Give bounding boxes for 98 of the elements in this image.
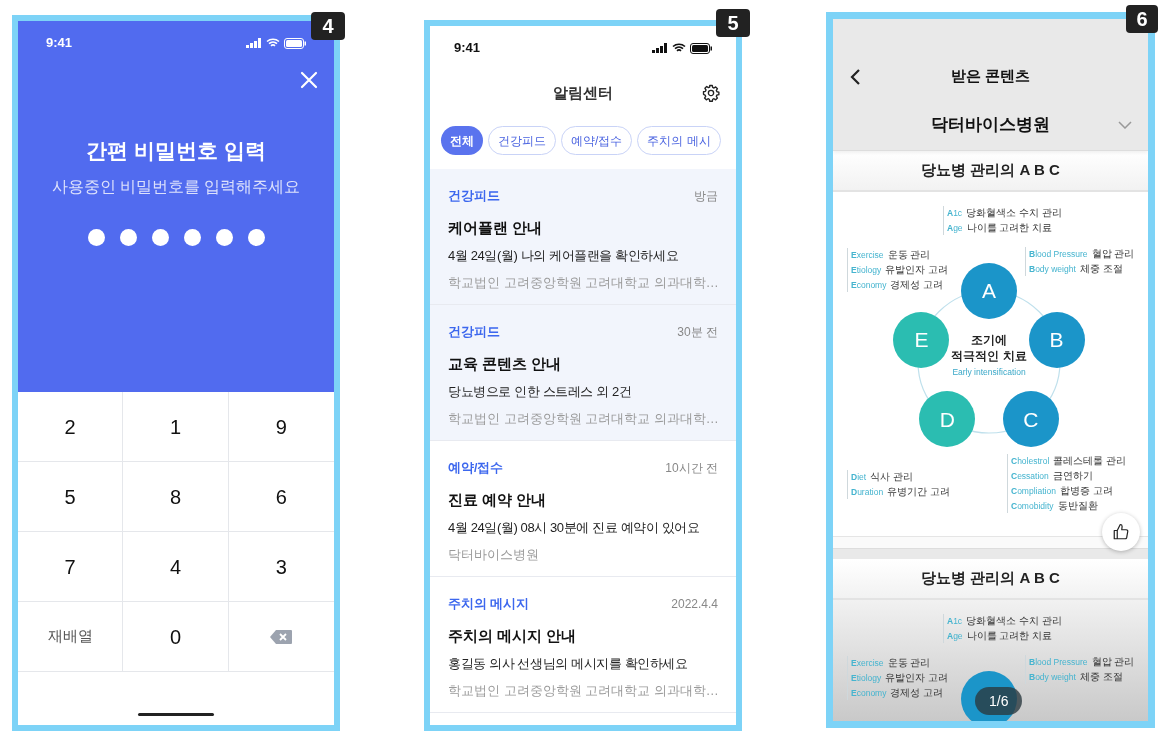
- diagram-label: 운동 관리: [887, 248, 931, 261]
- diagram-term: Etiology: [851, 672, 882, 685]
- keypad-key[interactable]: 5: [18, 462, 124, 532]
- notification-title: 교육 콘텐츠 안내: [448, 354, 563, 374]
- diagram-term: Compliation: [1011, 485, 1056, 498]
- notification-category: 건강피드: [448, 324, 500, 341]
- diagram-label: 체중 조절: [1079, 670, 1123, 683]
- notification-category: 예약/접수: [448, 460, 504, 477]
- screen-number-badge: 4: [311, 12, 345, 40]
- signal-icon: [652, 43, 668, 53]
- diagram-term: Exercise: [851, 657, 884, 670]
- diagram-label: 나이를 고려한 치료: [966, 221, 1053, 234]
- screen-number-badge: 6: [1126, 5, 1158, 33]
- passcode-title: 간편 비밀번호 입력: [85, 138, 267, 164]
- notification-body: 4월 24일(월) 나의 케어플랜을 확인하세요: [448, 246, 680, 265]
- signal-icon: [246, 38, 262, 48]
- diagram-label: 혈압 관리: [1091, 655, 1135, 668]
- backspace-icon: [269, 628, 294, 645]
- diagram-label: 콜레스테롤 관리: [1053, 454, 1127, 467]
- diagram-term: Diet: [851, 471, 867, 484]
- diagram-term: Body weight: [1029, 263, 1076, 276]
- notification-category: 건강피드: [448, 188, 500, 205]
- keypad-key[interactable]: 재배열: [18, 602, 124, 672]
- diagram-label: 유병기간 고려: [887, 485, 950, 498]
- diagram-label: 경제성 고려: [890, 686, 944, 699]
- settings-icon[interactable]: [702, 84, 720, 102]
- status-time: 9:41: [46, 34, 73, 53]
- diagram-term: Duration: [851, 486, 884, 499]
- diagram-label: 동반질환: [1057, 499, 1098, 512]
- diagram-label: 나이를 고려한 치료: [966, 629, 1053, 642]
- filter-tab[interactable]: 건강피드: [488, 126, 556, 155]
- diagram-label: 당화혈색소 수치 관리: [966, 614, 1062, 627]
- keypad-key[interactable]: 1: [123, 392, 229, 462]
- notification-item[interactable]: 건강피드 방금 케어플랜 안내 4월 24일(월) 나의 케어플랜을 확인하세요 학교법인 고려중앙학원 고려대학교 의과대학…: [430, 169, 736, 305]
- keypad-key[interactable]: 0: [123, 602, 229, 672]
- diagram-term: Body weight: [1029, 671, 1076, 684]
- notification-source: 학교법인 고려중앙학원 고려대학교 의과대학…: [448, 274, 718, 292]
- notification-item[interactable]: 건강피드 30분 전 교육 콘텐츠 안내 당뇨병으로 인한 스트레스 외 2건 학교법인 고려중앙학원 고려대학교 의과대학…: [430, 305, 736, 441]
- diagram-term: Age: [947, 222, 963, 235]
- wifi-icon: [672, 43, 686, 53]
- diagram-label: 체중 조절: [1079, 262, 1123, 275]
- keypad-key[interactable]: 4: [123, 532, 229, 602]
- diagram-label: 합병증 고려: [1059, 484, 1113, 497]
- screen-title: 알림센터: [553, 82, 613, 103]
- diagram-term: A1c: [947, 615, 963, 628]
- diagram-term: Etiology: [851, 264, 882, 277]
- filter-tab[interactable]: 전체: [441, 126, 483, 155]
- wifi-icon: [266, 38, 280, 48]
- notification-time: 방금: [694, 188, 718, 206]
- diagram-term: Cessation: [1011, 470, 1049, 483]
- notification-source: 학교법인 고려중앙학원 고려대학교 의과대학…: [448, 410, 718, 428]
- diagram-label: 경제성 고려: [890, 278, 944, 291]
- notification-body: 당뇨병으로 인한 스트레스 외 2건: [448, 382, 633, 401]
- notification-body: 홍길동 의사 선생님의 메시지를 확인하세요: [448, 654, 689, 673]
- diagram-term: Cholestrol: [1011, 455, 1050, 468]
- diagram-term: Blood Pressure: [1029, 656, 1088, 669]
- screen-title: 받은 콘텐츠: [950, 65, 1031, 86]
- diagram-term: Comobidity: [1011, 500, 1054, 513]
- diagram-term: Exercise: [851, 249, 884, 262]
- diagram-label: 유발인자 고려: [885, 263, 949, 276]
- notification-title: 케어플랜 안내: [448, 218, 544, 238]
- diagram-term: A1c: [947, 207, 963, 220]
- notification-body: 4월 24일(월) 08시 30분에 진료 예약이 있어요: [448, 518, 701, 537]
- notification-title: 주치의 메시지 안내: [448, 626, 578, 646]
- diagram-term: Blood Pressure: [1029, 248, 1088, 261]
- keypad-key[interactable]: 7: [18, 532, 124, 602]
- diagram-term: Economy: [851, 687, 887, 700]
- notification-title: 진료 예약 안내: [448, 490, 548, 510]
- diagram-label: 유발인자 고려: [885, 671, 949, 684]
- diagram-center-text: 조기에: [971, 333, 1007, 348]
- diagram-label: 식사 관리: [870, 470, 913, 483]
- notification-time: 2022.4.4: [671, 596, 718, 614]
- filter-tab[interactable]: 주치의 메시: [637, 126, 721, 155]
- close-icon[interactable]: [300, 71, 318, 89]
- notification-source: 닥터바이스병원: [448, 546, 540, 564]
- thumbs-up-icon: [1112, 523, 1130, 541]
- diagram-label: 금연하기: [1052, 469, 1093, 482]
- notification-time: 10시간 전: [665, 460, 718, 478]
- filter-tab[interactable]: 예약/접수: [561, 126, 633, 155]
- chevron-down-icon: [1118, 121, 1132, 129]
- status-time: 9:41: [454, 39, 481, 58]
- battery-icon: [690, 42, 712, 54]
- keypad-key[interactable]: 2: [18, 392, 124, 462]
- diagram-label: 당화혈색소 수치 관리: [966, 206, 1062, 219]
- diagram-term: Economy: [851, 279, 887, 292]
- passcode-subtitle: 사용중인 비밀번호를 입력해주세요: [50, 176, 302, 197]
- diagram-term: Age: [947, 630, 963, 643]
- notification-category: 주치의 메시지: [448, 596, 530, 613]
- screen-number-badge: 5: [716, 9, 750, 37]
- notification-source: 학교법인 고려중앙학원 고려대학교 의과대학…: [448, 682, 718, 700]
- diagram-label: 운동 관리: [887, 656, 931, 669]
- notification-time: 30분 전: [677, 324, 718, 342]
- battery-icon: [284, 37, 306, 49]
- keypad-key[interactable]: 8: [123, 462, 229, 532]
- diagram-caption: Early intensification: [952, 366, 1026, 379]
- diagram-label: 혈압 관리: [1091, 247, 1135, 260]
- back-icon[interactable]: [849, 68, 861, 86]
- diagram-center-text: 적극적인 치료: [951, 349, 1027, 364]
